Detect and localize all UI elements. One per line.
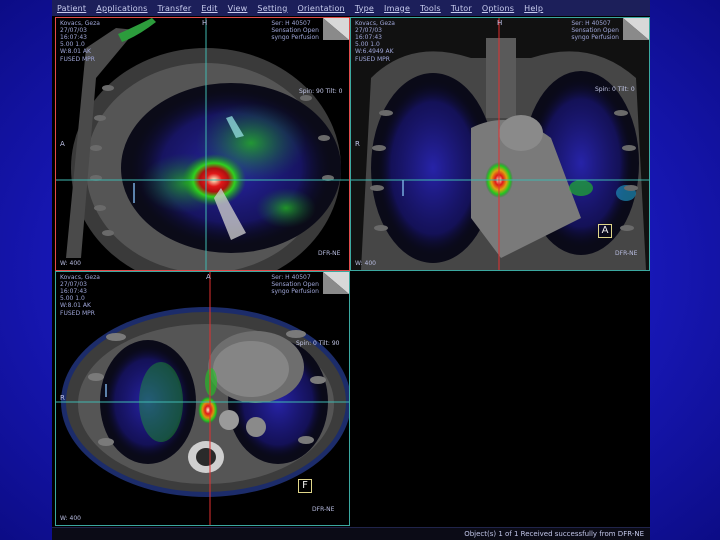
- menu-setting[interactable]: Setting: [252, 4, 292, 13]
- axial-viewport[interactable]: Kovacs, Geza 27/07/03 16:07:43 5.00 1.0 …: [55, 271, 350, 526]
- menu-options[interactable]: Options: [477, 4, 519, 13]
- spin-tilt: Spin: 0 Tilt: 0: [595, 86, 635, 93]
- study-info: Ser: H 40507 Sensation Open syngo Perfus…: [271, 20, 319, 41]
- window-level: W: 400: [60, 515, 81, 522]
- menu-view[interactable]: View: [223, 4, 253, 13]
- status-bar: Object(s) 1 of 1 Received successfully f…: [52, 527, 650, 540]
- menu-applications[interactable]: Applications: [91, 4, 152, 13]
- study-info: Ser: H 40507 Sensation Open syngo Perfus…: [571, 20, 619, 41]
- menu-help[interactable]: Help: [519, 4, 548, 13]
- orientation-left: R: [355, 140, 360, 148]
- spin-tilt: Spin: 0 Tilt: 90: [296, 340, 340, 347]
- window-level: W: 400: [355, 260, 376, 267]
- coronal-viewport[interactable]: Kovacs, Geza 27/07/03 16:07:43 5.00 1.0 …: [350, 17, 650, 271]
- device-code: DFR-NE: [312, 506, 335, 513]
- device-code: DFR-NE: [318, 250, 341, 257]
- fused-label: FUSED MPR: [60, 310, 95, 317]
- orientation-box-label: F: [298, 479, 312, 493]
- spin-tilt: Spin: 90 Tilt: 0: [299, 88, 343, 95]
- viewer-window: Patient Applications Transfer Edit View …: [52, 0, 650, 540]
- patient-info: Kovacs, Geza 27/07/03 16:07:43 5.00 1.0 …: [355, 20, 395, 55]
- menu-transfer[interactable]: Transfer: [153, 4, 197, 13]
- window-level: W: 400: [60, 260, 81, 267]
- menu-patient[interactable]: Patient: [52, 4, 91, 13]
- orientation-top: A: [206, 273, 211, 281]
- orientation-left: R: [60, 394, 65, 402]
- empty-viewport[interactable]: [350, 271, 648, 524]
- patient-info: Kovacs, Geza 27/07/03 16:07:43 5.00 1.0 …: [60, 274, 100, 309]
- menu-tools[interactable]: Tools: [415, 4, 446, 13]
- menu-edit[interactable]: Edit: [196, 4, 222, 13]
- device-code: DFR-NE: [615, 250, 638, 257]
- orientation-top: H: [202, 19, 208, 27]
- menu-image[interactable]: Image: [379, 4, 415, 13]
- fused-label: FUSED MPR: [60, 56, 95, 63]
- fused-label: FUSED MPR: [355, 56, 390, 63]
- page-corner-icon[interactable]: [323, 272, 349, 294]
- orientation-box-label: A: [598, 224, 612, 238]
- patient-info: Kovacs, Geza 27/07/03 16:07:43 5.00 1.0 …: [60, 20, 100, 55]
- page-corner-icon[interactable]: [323, 18, 349, 40]
- menu-type[interactable]: Type: [350, 4, 379, 13]
- menu-bar: Patient Applications Transfer Edit View …: [52, 0, 650, 16]
- sagittal-fused-image: [56, 18, 349, 270]
- sagittal-viewport[interactable]: Kovacs, Geza 27/07/03 16:07:43 5.00 1.0 …: [55, 17, 350, 271]
- study-info: Ser: H 40507 Sensation Open syngo Perfus…: [271, 274, 319, 295]
- orientation-left: A: [60, 140, 65, 148]
- status-text: Object(s) 1 of 1 Received successfully f…: [464, 530, 644, 538]
- menu-tutor[interactable]: Tutor: [446, 4, 477, 13]
- orientation-top: H: [497, 19, 503, 27]
- page-corner-icon[interactable]: [623, 18, 649, 40]
- menu-orientation[interactable]: Orientation: [292, 4, 349, 13]
